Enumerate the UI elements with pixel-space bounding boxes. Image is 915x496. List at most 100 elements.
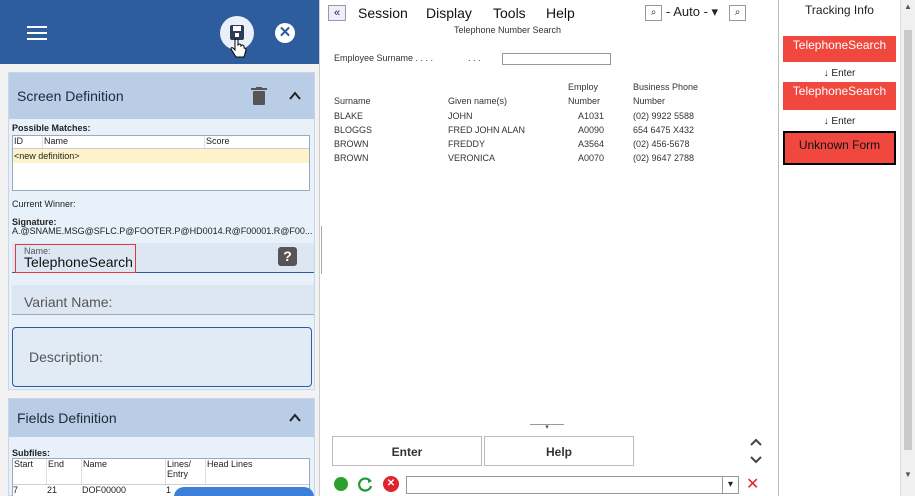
table-row[interactable]: BLOGGS FRED JOHN ALAN A0090 654 6475 X43… [322,125,767,139]
subfiles-label: Subfiles: [12,448,51,458]
chevron-up-icon[interactable] [288,89,302,103]
tracking-step: ↓ Enter [823,116,856,127]
signature-value: A.@SNAME.MSG@SFLC.P@FOOTER.P@HD0014.R@F0… [12,226,312,236]
row-number: A1031 [578,111,605,121]
matches-grid[interactable]: ID Name Score <new definition> [12,135,310,191]
top-toolbar: ✕ [0,0,319,64]
new-definition-row[interactable]: <new definition> [13,149,309,163]
menu-bar: « Session Display Tools Help ⌕ - Auto - … [322,3,767,23]
col-lines-entry: Lines/ Entry [166,459,206,484]
col-name: Name [82,459,166,484]
header-business-phone: Business Phone [633,82,699,92]
subfile-end: 21 [47,485,58,495]
row-phone: (02) 9647 2788 [633,153,695,163]
row-number: A0090 [578,125,605,135]
tracking-item[interactable]: TelephoneSearch [783,82,896,110]
close-button[interactable]: ✕ [268,16,302,50]
current-winner-label: Current Winner: [12,199,76,209]
col-head-lines: Head Lines [207,459,253,469]
clear-icon[interactable]: ✕ [746,474,759,494]
matches-grid-header: ID Name Score [13,136,309,149]
scroll-thumb[interactable] [904,30,912,450]
tracking-step: ↓ Enter [823,68,856,79]
possible-matches-label: Possible Matches: [12,123,91,133]
floating-button[interactable] [174,487,314,496]
hamburger-menu-icon[interactable] [27,26,47,40]
variant-name-field[interactable]: Variant Name: [12,285,314,315]
col-id: ID [13,136,43,148]
subfiles-grid-header: Start End Name Lines/ Entry Head Lines [13,459,309,485]
help-button[interactable]: Help [484,436,634,466]
row-given: JOHN [448,111,473,121]
surname-input[interactable] [502,53,611,65]
dropdown-arrow-icon[interactable]: ▾ [722,477,738,493]
row-number: A0070 [578,153,605,163]
col-score: Score [206,136,230,146]
header-employ: Employ [568,82,599,92]
prompt-dots: . . . [468,53,481,63]
zoom-in-icon[interactable]: ⌕ [729,5,746,21]
row-given: FREDDY [448,139,486,149]
refresh-icon[interactable] [358,476,374,492]
surname-prompt: Employee Surname . . . . [334,53,434,63]
row-number: A3564 [578,139,605,149]
row-given: FRED JOHN ALAN [448,125,526,135]
description-label: Description: [29,349,103,365]
menu-help[interactable]: Help [546,5,575,21]
col-start: Start [13,459,47,484]
status-ok-icon[interactable] [334,477,348,491]
hand-cursor-icon [230,38,247,58]
subfile-start: 7 [13,485,19,495]
name-field[interactable]: Name: TelephoneSearch ? [12,243,314,273]
collapse-left-icon[interactable]: « [328,5,346,21]
header-number2: Number [633,96,666,106]
screen-definition-title: Screen Definition [17,88,124,104]
tracking-item[interactable]: TelephoneSearch [783,36,896,62]
help-question-icon[interactable]: ? [278,247,297,266]
tracking-item-current[interactable]: Unknown Form [783,131,896,165]
scroll-updown-icon[interactable] [748,436,764,466]
header-number: Number [568,96,601,106]
screen-definition-panel: Screen Definition Possible Matches: ID N… [8,72,315,390]
enter-button[interactable]: Enter [332,436,482,466]
trash-icon[interactable] [251,87,267,105]
cancel-icon[interactable]: ✕ [383,476,399,492]
variant-name-label: Variant Name: [24,294,113,310]
menu-session[interactable]: Session [358,5,408,21]
table-row[interactable]: BROWN VERONICA A0070 (02) 9647 2788 [322,153,767,167]
table-row[interactable]: BROWN FREDDY A3564 (02) 456-5678 [322,139,767,153]
vertical-scrollbar[interactable]: ▲ ▼ [900,0,915,496]
row-phone: (02) 456-5678 [633,139,690,149]
row-phone: (02) 9922 5588 [633,111,695,121]
subfile-name: DOF00000 [82,485,127,495]
menu-tools[interactable]: Tools [493,5,526,21]
terminal-area: « Session Display Tools Help ⌕ - Auto - … [322,0,767,496]
command-input[interactable]: ▾ [406,476,739,494]
close-icon: ✕ [275,23,295,43]
table-row[interactable]: BLAKE JOHN A1031 (02) 9922 5588 [322,111,767,125]
menu-display[interactable]: Display [426,5,472,21]
chevron-up-icon[interactable] [288,411,302,425]
fields-definition-panel: Fields Definition Subfiles: Start End Na… [8,398,315,496]
save-button[interactable] [220,16,254,58]
row-surname: BROWN [334,153,369,163]
name-value: TelephoneSearch [24,254,133,270]
col-end: End [47,459,82,484]
description-field[interactable]: Description: [12,327,312,387]
header-surname: Surname [334,96,371,106]
tracking-panel: Tracking Info TelephoneSearch ↓ Enter Te… [778,0,915,496]
fields-definition-header[interactable]: Fields Definition [9,399,314,437]
expand-arrow-icon[interactable]: ▾ [530,424,564,431]
scroll-down-icon[interactable]: ▼ [904,470,912,479]
results-list: BLAKE JOHN A1031 (02) 9922 5588 BLOGGS F… [322,111,767,167]
mode-select[interactable]: - Auto - ▾ [666,4,726,22]
col-name: Name [43,136,205,148]
row-given: VERONICA [448,153,496,163]
zoom-out-icon[interactable]: ⌕ [645,5,662,21]
fields-definition-title: Fields Definition [17,410,117,426]
scroll-up-icon[interactable]: ▲ [904,2,912,11]
screen-title: Telephone Number Search [454,25,562,35]
screen-definition-header[interactable]: Screen Definition [9,73,314,119]
header-given: Given name(s) [448,96,508,106]
row-surname: BLAKE [334,111,364,121]
